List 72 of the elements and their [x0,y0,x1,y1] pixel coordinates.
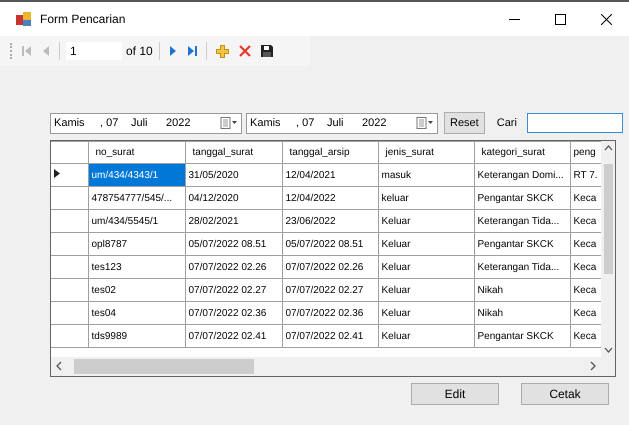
search-field[interactable] [526,113,623,133]
table-cell: keluar [378,186,474,210]
search-label: Cari [496,117,517,129]
table-cell: tes04 [88,302,185,324]
calendar-icon [416,117,434,129]
maximize-icon [554,14,566,24]
table-cell: Pengantar SKCK [474,186,570,210]
table-cell: Keluar [378,302,474,324]
table-cell: masuk [378,164,474,186]
table-cell: 07/07/2022 02.27 [282,278,378,302]
table-cell: 07/07/2022 02.41 [282,324,378,348]
table-cell: Pengantar SKCK [474,232,570,256]
table-cell: 478754777/545/... [88,186,185,210]
table-cell: um/434/4343/1 [88,164,185,186]
table-cell: tes02 [88,278,185,302]
table-cell: 07/07/2022 02.26 [185,256,282,278]
table-cell: 07/07/2022 02.36 [282,302,378,324]
window-title: Form Pencarian [40,12,126,26]
next-icon [168,45,177,57]
table-cell: 23/06/2022 [282,210,378,232]
table-cell: Keluar [378,278,474,302]
print-button[interactable]: Cetak [521,383,609,405]
current-row-icon [54,169,60,178]
scroll-left-icon [55,361,64,371]
table-cell: Keluar [378,256,474,278]
date-picker[interactable]: Kamis , 07 Juli 2022 [50,112,242,134]
table-cell: tds9989 [88,324,185,348]
table-cell: Nikah [474,278,570,302]
table-cell: um/434/5545/1 [88,210,185,232]
table-cell: Nikah [474,302,570,324]
save-icon [260,45,273,57]
table-cell: tes123 [88,256,185,278]
previous-icon [42,45,50,57]
table-cell: Keluar [378,324,474,348]
record-count: of 10 [126,44,153,58]
last-icon [186,45,197,57]
table-cell: 07/07/2022 02.41 [185,324,282,348]
table-cell: opl8787 [88,232,185,256]
position-field[interactable]: 1 [66,42,122,60]
table-cell: 05/07/2022 08.51 [185,232,282,256]
table-cell: Keterangan Domi... [474,164,570,186]
column-header[interactable]: tanggal_surat [185,142,282,164]
table-cell: 31/05/2020 [185,164,282,186]
table-cell: 07/07/2022 02.36 [185,302,282,324]
scroll-right-icon [588,361,597,371]
table-cell: 28/02/2021 [185,210,282,232]
plus-icon [216,44,229,58]
table-cell: Pengantar SKCK [474,324,570,348]
first-icon [22,45,32,57]
table-cell: Keluar [378,232,474,256]
column-header[interactable]: kategori_surat [474,142,570,164]
table-cell: 07/07/2022 02.27 [185,278,282,302]
date-picker[interactable]: Kamis , 07 Juli 2022 [246,112,438,134]
column-header[interactable]: no_surat [88,142,185,164]
column-header[interactable]: jenis_surat [378,142,474,164]
table-cell: 05/07/2022 08.51 [282,232,378,256]
horizontal-scrollbar-thumb[interactable] [74,358,254,374]
table-cell: Keluar [378,210,474,232]
delete-icon [238,45,251,57]
edit-button[interactable]: Edit [411,383,499,405]
table-cell: 04/12/2020 [185,186,282,210]
vertical-scrollbar-thumb[interactable] [604,164,613,274]
table-cell: Keterangan Tida... [474,210,570,232]
table-cell: Keterangan Tida... [474,256,570,278]
calendar-icon [220,117,238,129]
app-icon [16,11,32,27]
table-cell: 12/04/2021 [282,164,378,186]
table-cell: 07/07/2022 02.26 [282,256,378,278]
table-cell: 12/04/2022 [282,186,378,210]
close-icon [600,14,612,24]
column-header[interactable]: tanggal_arsip [282,142,378,164]
reset-button[interactable]: Reset [444,112,485,134]
